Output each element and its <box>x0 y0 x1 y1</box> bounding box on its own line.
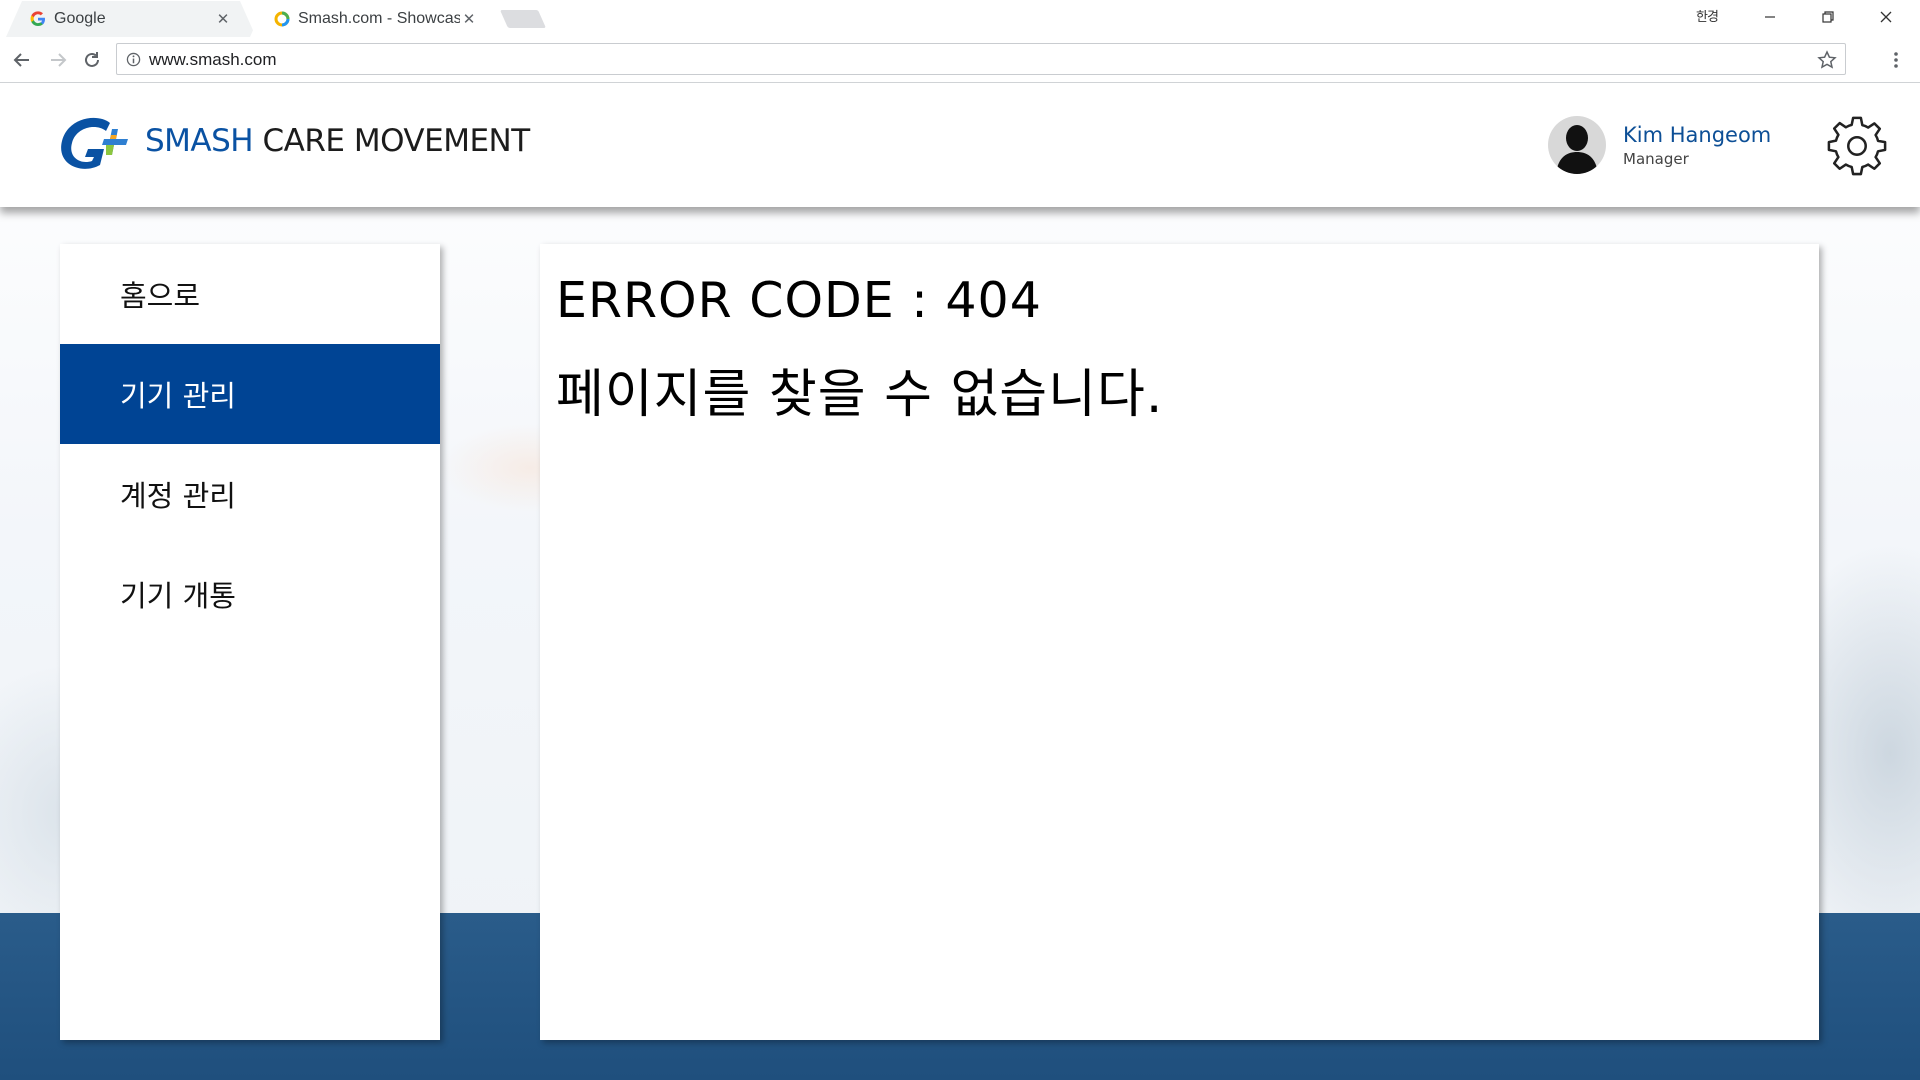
smash-logo-icon[interactable] <box>58 115 132 173</box>
back-button[interactable] <box>8 46 36 74</box>
sidebar-item-label: 기기 관리 <box>120 379 236 413</box>
window-user-label: 한경 <box>1696 10 1719 25</box>
new-tab-button[interactable] <box>499 10 547 28</box>
reload-icon <box>85 52 99 67</box>
smash-favicon <box>274 11 290 27</box>
address-bar[interactable]: www.smash.com <box>116 43 1846 75</box>
info-icon[interactable] <box>126 52 141 67</box>
close-window-button[interactable] <box>1858 0 1914 34</box>
google-favicon <box>30 11 46 27</box>
brand-primary: SMASH <box>145 123 254 159</box>
gear-icon[interactable] <box>1826 114 1888 176</box>
minimize-icon <box>1765 16 1775 18</box>
sidebar-item-label: 기기 개통 <box>120 579 236 613</box>
avatar[interactable] <box>1548 116 1606 174</box>
close-tab-icon[interactable]: ✕ <box>214 10 232 28</box>
error-code: ERROR CODE : 404 <box>556 272 1042 329</box>
forward-button[interactable] <box>44 46 72 74</box>
error-message: 페이지를 찾을 수 없습니다. <box>556 365 1164 425</box>
menu-icon <box>1894 52 1898 68</box>
restore-button[interactable] <box>1800 0 1856 34</box>
user-name[interactable]: Kim Hangeom <box>1623 123 1771 147</box>
sidebar-item-home[interactable]: 홈으로 <box>60 244 440 344</box>
brand-title[interactable]: SMASH CARE MOVEMENT <box>145 123 530 159</box>
sidebar-item-label: 계정 관리 <box>120 479 236 513</box>
restore-icon <box>1822 11 1834 23</box>
browser-tab-google[interactable]: Google ✕ <box>6 1 256 37</box>
main-content-panel: ERROR CODE : 404 페이지를 찾을 수 없습니다. <box>540 244 1819 1040</box>
tab-title: Google <box>54 10 106 27</box>
sidebar-item-account-management[interactable]: 계정 관리 <box>60 444 440 544</box>
sidebar-nav: 홈으로 기기 관리 계정 관리 기기 개통 <box>60 244 440 1040</box>
back-icon <box>13 53 29 67</box>
browser-tabstrip: Google ✕ Smash.com - Showcasin ✕ 한경 <box>0 0 1920 38</box>
site-header: SMASH CARE MOVEMENT Kim Hangeom Manager <box>0 83 1920 207</box>
browser-toolbar: www.smash.com <box>0 38 1920 83</box>
star-icon[interactable] <box>1817 50 1837 70</box>
user-role: Manager <box>1623 150 1689 168</box>
browser-tab-smash[interactable]: Smash.com - Showcasin ✕ <box>250 1 502 37</box>
user-silhouette-icon <box>1556 125 1598 174</box>
reload-button[interactable] <box>78 46 106 74</box>
sidebar-item-device-activation[interactable]: 기기 개통 <box>60 544 440 644</box>
sidebar-item-label: 홈으로 <box>120 279 201 313</box>
close-icon <box>1880 11 1892 23</box>
tab-title: Smash.com - Showcasin <box>298 10 460 27</box>
browser-menu-button[interactable] <box>1882 46 1910 74</box>
url-text[interactable]: www.smash.com <box>149 50 277 70</box>
minimize-button[interactable] <box>1742 0 1798 34</box>
page: SMASH CARE MOVEMENT Kim Hangeom Manager … <box>0 83 1920 1080</box>
close-tab-icon[interactable]: ✕ <box>460 10 478 28</box>
forward-icon <box>51 53 67 67</box>
sidebar-item-device-management[interactable]: 기기 관리 <box>60 344 440 444</box>
brand-secondary: CARE MOVEMENT <box>262 123 530 159</box>
